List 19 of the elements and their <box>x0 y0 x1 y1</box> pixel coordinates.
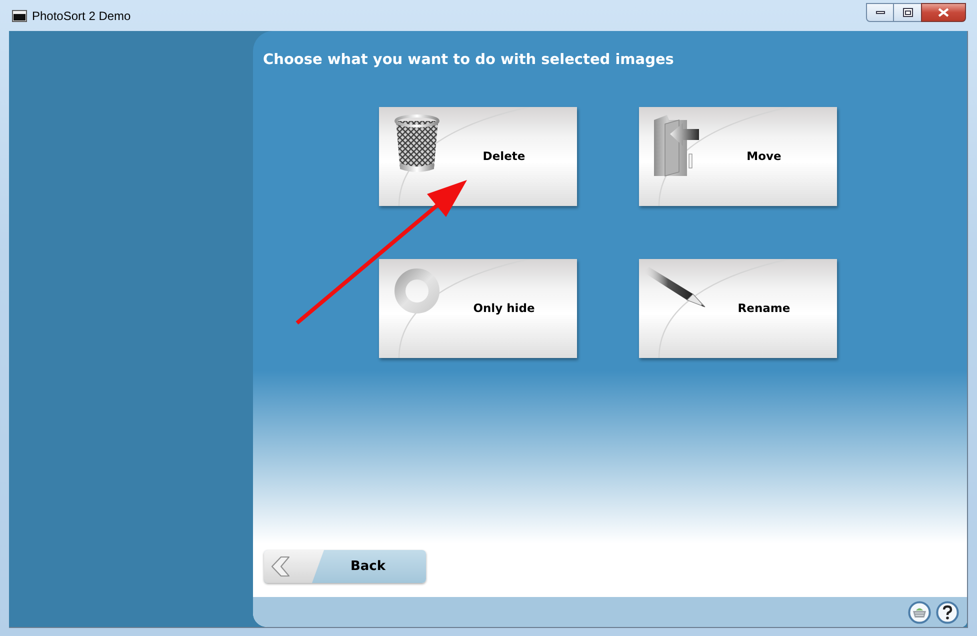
app-icon <box>12 10 27 22</box>
chevron-left-icon <box>271 556 290 577</box>
action-button[interactable]: Move <box>639 107 837 206</box>
action-button[interactable]: Only hide <box>379 259 577 358</box>
page-heading: Choose what you want to do with selected images <box>263 51 674 70</box>
window-title: PhotoSort 2 Demo <box>32 8 131 24</box>
back-button[interactable]: Back <box>264 550 426 583</box>
restore-icon <box>902 8 912 17</box>
minimize-button[interactable] <box>866 3 894 22</box>
basket-icon[interactable] <box>908 600 931 624</box>
close-icon <box>938 8 949 17</box>
folder-arrow-icon <box>653 114 701 178</box>
minimize-icon <box>876 11 884 14</box>
action-button[interactable]: Delete <box>379 107 577 206</box>
close-button[interactable] <box>921 3 966 22</box>
help-icon[interactable] <box>936 600 959 624</box>
ring-icon <box>394 266 440 316</box>
action-button[interactable]: Rename <box>639 259 837 358</box>
maximize-button[interactable] <box>894 3 921 22</box>
